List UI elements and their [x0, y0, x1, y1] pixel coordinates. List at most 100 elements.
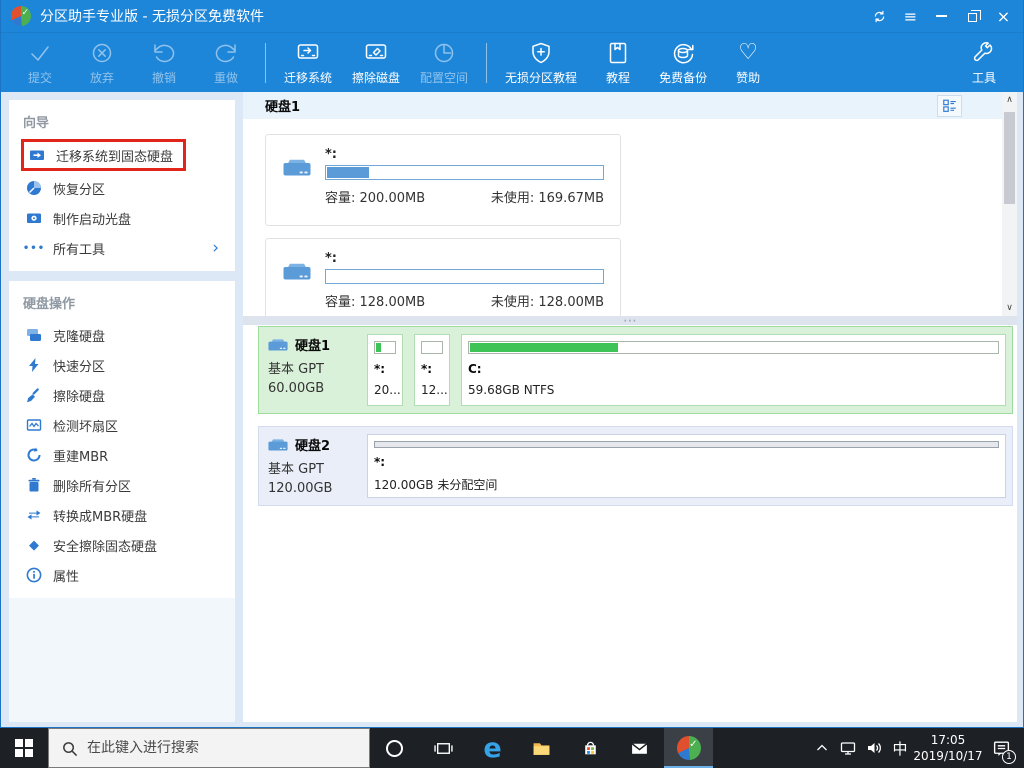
sidebar-item-migrate-to-ssd[interactable]: 迁移系统到固态硬盘	[21, 139, 186, 171]
disk-row-2[interactable]: 硬盘2 基本 GPT 120.00GB *: 120.00GB 未分配空间	[258, 426, 1013, 506]
sidebar-item-make-boot-disc[interactable]: 制作启动光盘	[21, 203, 225, 233]
taskbar-store-button[interactable]	[566, 728, 615, 768]
toolbar-allocate-space-button: 配置空间	[410, 40, 478, 86]
window-title: 分区助手专业版 - 无损分区免费软件	[40, 6, 264, 26]
sidebar-item-clone-disk[interactable]: 克隆硬盘	[21, 320, 225, 350]
disk-info: 硬盘2 基本 GPT 120.00GB	[265, 434, 367, 498]
tray-network-button[interactable]	[835, 728, 861, 768]
boot-disc-icon	[25, 210, 43, 226]
toolbar-donate-button[interactable]: ♡ 赞助	[717, 40, 779, 86]
tray-ime-indicator[interactable]: 中	[887, 728, 913, 768]
vertical-scrollbar[interactable]: ∧ ∨	[1002, 92, 1017, 316]
unallocated-bar	[374, 441, 999, 448]
close-button[interactable]: ×	[988, 0, 1019, 32]
search-input[interactable]	[87, 740, 357, 756]
sidebar-item-secure-erase-ssd[interactable]: ◆ 安全擦除固态硬盘	[21, 530, 225, 560]
sidebar-item-wipe-disk[interactable]: 擦除硬盘	[21, 380, 225, 410]
edge-icon: e	[483, 735, 501, 762]
taskbar-search[interactable]	[48, 728, 370, 768]
menu-button[interactable]: ≡	[895, 0, 926, 32]
info-icon	[25, 567, 43, 583]
start-button[interactable]	[0, 728, 48, 768]
toolbar-discard-button: 放弃	[71, 40, 133, 86]
backup-database-icon	[670, 40, 696, 66]
partition-blocks: *: 120.00GB 未分配空间	[367, 434, 1006, 498]
partition-card-2[interactable]: *: 容量: 128.00MB 未使用: 128.00MB	[265, 238, 621, 316]
section-title: 硬盘操作	[23, 293, 225, 312]
shield-plus-icon	[528, 40, 554, 66]
toolbar-tools-button[interactable]: 工具	[953, 40, 1015, 86]
taskbar-file-explorer-button[interactable]	[517, 728, 566, 768]
main-panel: 硬盘1 *: 容量: 200.00MB 未使用: 169.67MB	[243, 92, 1017, 722]
sidebar-item-delete-all-partitions[interactable]: 删除所有分区	[21, 470, 225, 500]
client-area: 向导 迁移系统到固态硬盘 恢复分区 制作	[1, 92, 1023, 727]
window-controls: ≡ ×	[864, 0, 1019, 32]
disk-row-1[interactable]: 硬盘1 基本 GPT 60.00GB *: 20... *:	[258, 326, 1013, 414]
unallocated-block[interactable]: *: 120.00GB 未分配空间	[367, 434, 1006, 498]
panel-splitter[interactable]: ⋯	[243, 316, 1017, 325]
sidebar-item-rebuild-mbr[interactable]: 重建MBR	[21, 440, 225, 470]
tray-expand-button[interactable]	[809, 728, 835, 768]
usage-bar	[325, 269, 604, 284]
toolbar: 提交 放弃 撤销 重做 迁移系统 擦除磁盘 配置空间 无损	[1, 32, 1023, 92]
sidebar-item-check-bad-sectors[interactable]: 检测坏扇区	[21, 410, 225, 440]
partition-card-1[interactable]: *: 容量: 200.00MB 未使用: 169.67MB	[265, 134, 621, 226]
more-dots-icon: •••	[25, 243, 43, 254]
tray-clock[interactable]: 17:05 2019/10/17	[913, 732, 983, 764]
sidebar-item-properties[interactable]: 属性	[21, 560, 225, 590]
tray-volume-button[interactable]	[861, 728, 887, 768]
disk-map-area: 硬盘1 基本 GPT 60.00GB *: 20... *:	[258, 326, 1013, 518]
partition-block-2[interactable]: *: 12...	[414, 334, 450, 406]
toolbar-separator	[486, 43, 487, 83]
mail-icon	[630, 739, 649, 758]
notification-badge: 1	[1002, 750, 1016, 764]
usage-bar	[325, 165, 604, 180]
toolbar-migrate-system-button[interactable]: 迁移系统	[274, 40, 342, 86]
disk-type: 基本 GPT	[267, 358, 365, 377]
scrollbar-thumb[interactable]	[1004, 112, 1015, 204]
wrench-icon	[971, 40, 997, 66]
sidebar-item-quick-partition[interactable]: 快速分区	[21, 350, 225, 380]
action-center-button[interactable]: 1	[983, 728, 1019, 768]
convert-arrows-icon	[25, 507, 43, 523]
sidebar-item-convert-to-mbr[interactable]: 转换成MBR硬盘	[21, 500, 225, 530]
store-icon	[581, 739, 600, 758]
taskbar-mail-button[interactable]	[615, 728, 664, 768]
refresh-button[interactable]	[864, 0, 895, 32]
network-icon	[839, 739, 857, 757]
taskbar-task-view-button[interactable]	[419, 728, 468, 768]
drive-icon	[282, 147, 312, 215]
minimize-button[interactable]	[926, 0, 957, 32]
taskbar-edge-button[interactable]: e	[468, 728, 517, 768]
usage-mini-bar	[374, 341, 396, 354]
restore-button[interactable]	[957, 0, 988, 32]
heart-icon: ♡	[738, 40, 758, 66]
drive-icon	[282, 251, 312, 316]
scroll-down-button[interactable]: ∨	[1002, 300, 1017, 316]
folder-icon	[532, 739, 551, 758]
taskbar-cortana-button[interactable]	[370, 728, 419, 768]
toolbar-tutorial-button[interactable]: 教程	[587, 40, 649, 86]
disk-header-title: 硬盘1	[265, 96, 300, 115]
brush-icon	[25, 387, 43, 403]
book-icon	[605, 40, 631, 66]
scroll-up-button[interactable]: ∧	[1002, 92, 1017, 108]
lightning-icon	[25, 357, 43, 373]
view-toggle-button[interactable]	[937, 95, 962, 117]
rebuild-circular-arrow-icon	[25, 447, 43, 463]
unused-label: 未使用: 169.67MB	[491, 187, 604, 206]
toolbar-erase-disk-button[interactable]: 擦除磁盘	[342, 40, 410, 86]
search-icon	[61, 740, 78, 757]
partition-block-1[interactable]: *: 20...	[367, 334, 403, 406]
partition-block-c[interactable]: C: 59.68GB NTFS	[461, 334, 1006, 406]
toolbar-partition-tutorial-button[interactable]: 无损分区教程	[495, 40, 587, 86]
taskbar-partition-assistant-button[interactable]	[664, 728, 713, 768]
toolbar-submit-button: 提交	[9, 40, 71, 86]
pie-clock-icon	[431, 40, 457, 66]
toolbar-free-backup-button[interactable]: 免费备份	[649, 40, 717, 86]
chevron-right-icon: ›	[212, 240, 221, 257]
usage-mini-bar	[421, 341, 443, 354]
sidebar-section-wizard: 向导 迁移系统到固态硬盘 恢复分区 制作	[9, 100, 235, 271]
sidebar-item-recover-partition[interactable]: 恢复分区	[21, 173, 225, 203]
sidebar-item-all-tools[interactable]: ••• 所有工具 ›	[21, 233, 225, 263]
